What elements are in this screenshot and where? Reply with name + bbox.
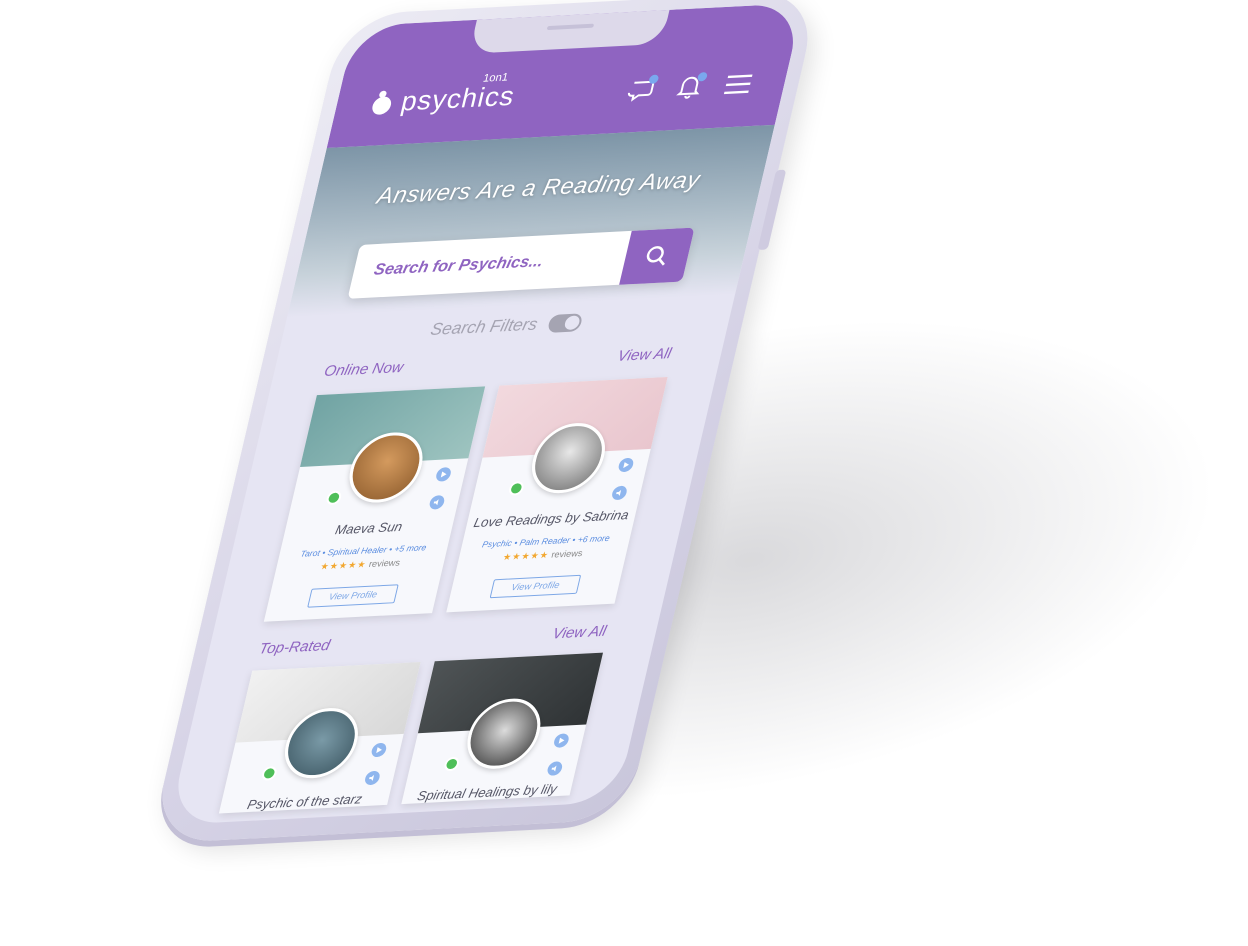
- star-rating-icon: ★★★★★: [501, 549, 551, 563]
- top-rated-title: Top-Rated: [257, 637, 332, 658]
- reviews-label: reviews: [367, 557, 402, 570]
- audio-icon[interactable]: [428, 494, 446, 510]
- view-profile-button[interactable]: View Profile: [489, 574, 582, 599]
- psychic-card[interactable]: Love Readings by Sabrina Psychic • Palm …: [446, 376, 668, 613]
- stage: psychics 1on1 Answers Are a Reading Away…: [0, 0, 1248, 946]
- top-rated-view-all[interactable]: View All: [551, 623, 608, 643]
- reviews-label: reviews: [550, 548, 584, 560]
- online-status-icon: [507, 481, 526, 496]
- audio-icon[interactable]: [546, 761, 564, 776]
- search-icon: [646, 246, 665, 266]
- psychic-card[interactable]: Spiritual Healings by lily: [401, 652, 604, 805]
- app-logo[interactable]: psychics 1on1: [370, 71, 519, 117]
- bell-notification-dot: [696, 72, 709, 82]
- menu-icon[interactable]: [721, 71, 755, 98]
- play-icon[interactable]: [552, 733, 571, 748]
- play-icon[interactable]: [370, 742, 388, 758]
- online-now-header: Online Now View All: [322, 345, 673, 380]
- online-now-cards: Maeva Sun Tarot • Spiritual Healer • +5 …: [263, 376, 668, 622]
- play-icon[interactable]: [617, 457, 635, 473]
- psychic-name: Love Readings by Sabrina: [472, 507, 631, 531]
- bell-icon[interactable]: [672, 72, 709, 100]
- search-filters-toggle[interactable]: [547, 313, 584, 333]
- logo-mark: [370, 90, 402, 117]
- audio-icon[interactable]: [610, 485, 629, 501]
- star-rating-icon: ★★★★★: [319, 559, 368, 572]
- view-profile-button[interactable]: View Profile: [307, 584, 399, 608]
- psychic-name: Spiritual Healings by lily: [415, 781, 559, 804]
- psychic-card[interactable]: Psychic of the starz: [218, 662, 421, 814]
- online-now-view-all[interactable]: View All: [616, 345, 673, 365]
- chat-notification-dot: [648, 74, 660, 85]
- online-now-title: Online Now: [322, 358, 406, 381]
- online-status-icon: [260, 766, 279, 781]
- search-filters-label: Search Filters: [428, 314, 540, 340]
- play-icon[interactable]: [434, 467, 453, 482]
- top-rated-cards: Psychic of the starz Spiritual Healings …: [218, 652, 604, 814]
- chat-icon[interactable]: [624, 74, 660, 103]
- psychic-name: Psychic of the starz: [245, 791, 364, 813]
- online-status-icon: [325, 490, 343, 506]
- logo-superscript: 1on1: [481, 71, 510, 85]
- logo-text: psychics: [398, 80, 519, 117]
- audio-icon[interactable]: [363, 770, 382, 786]
- phone-mockup: psychics 1on1 Answers Are a Reading Away…: [149, 0, 821, 844]
- online-status-icon: [443, 756, 461, 772]
- psychic-name: Maeva Sun: [333, 518, 404, 538]
- header-actions: [624, 71, 756, 103]
- top-rated-header: Top-Rated View All: [257, 623, 608, 658]
- phone-speaker: [546, 23, 595, 31]
